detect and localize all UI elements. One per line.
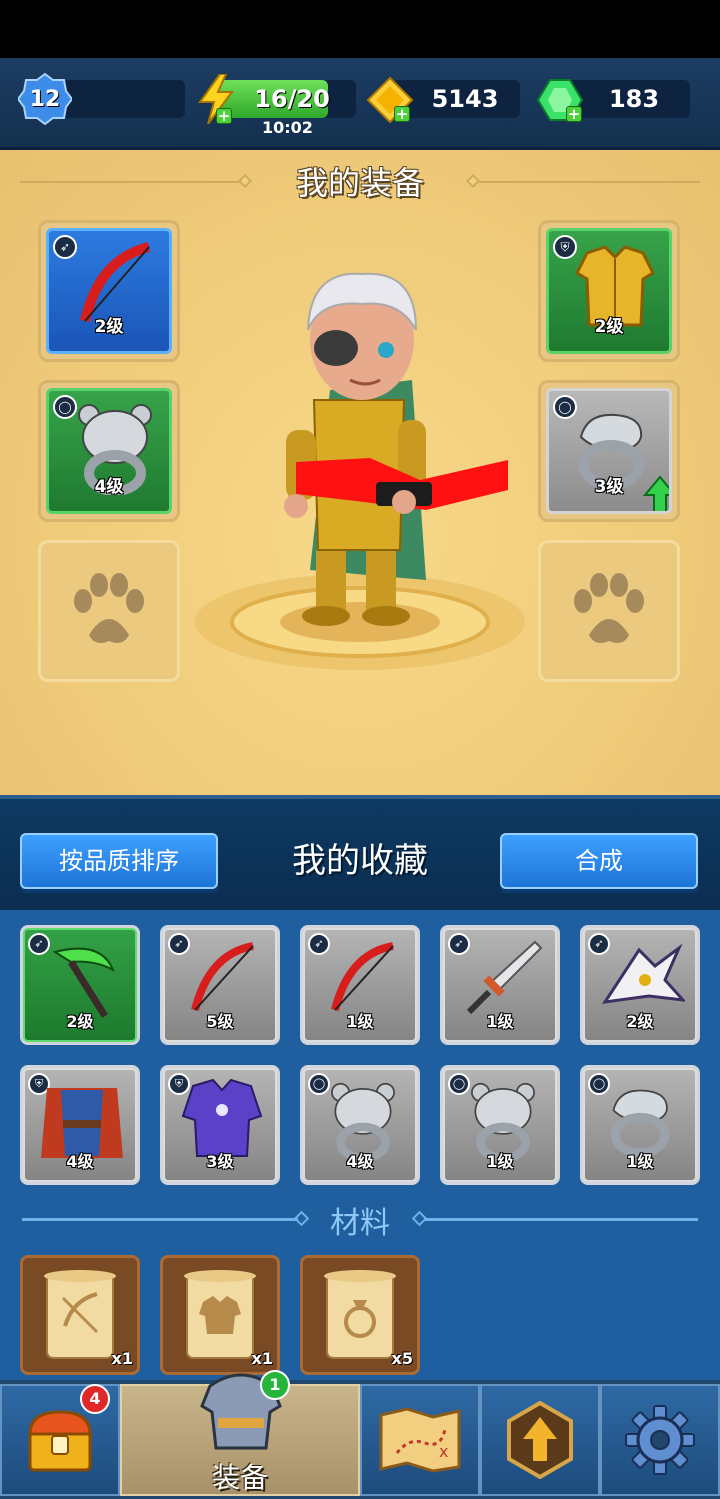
item-level: 3级 — [206, 1152, 234, 1171]
equip-slot-armor[interactable]: ⛨ 2级 — [538, 220, 680, 362]
nav-shop[interactable]: 4 — [0, 1384, 120, 1496]
upgrade-icon — [507, 1401, 573, 1479]
material-armor-scroll[interactable]: x1 — [160, 1255, 280, 1375]
merge-button[interactable]: 合成 — [500, 833, 698, 889]
collection-item-bear-ring[interactable]: ◯ 1级 — [440, 1065, 560, 1185]
weapon-scroll-icon — [44, 1270, 116, 1359]
paw-icon — [74, 573, 144, 643]
materials-title: 材料 — [330, 1206, 390, 1241]
equip-slot-ring-2[interactable]: ◯ 3级 — [538, 380, 680, 522]
gold-icon: + — [366, 76, 414, 124]
collection-item-bow[interactable]: ➶ 1级 — [300, 925, 420, 1045]
item-level: 1级 — [346, 1012, 374, 1031]
lightning-icon: + — [196, 74, 236, 124]
materials-divider-right — [424, 1218, 698, 1221]
gem-value: 183 — [608, 85, 660, 113]
armor-scroll-icon — [184, 1270, 256, 1359]
materials-divider-left — [22, 1218, 298, 1221]
level-value: 12 — [29, 86, 61, 112]
collection-item-scythe[interactable]: ➶ 2级 — [20, 925, 140, 1045]
paw-icon — [574, 573, 644, 643]
collection-item-snake-ring[interactable]: ◯ 1级 — [580, 1065, 700, 1185]
map-icon: x — [379, 1407, 461, 1473]
item-level: 1级 — [486, 1012, 514, 1031]
slot-level: 2级 — [94, 317, 124, 337]
material-weapon-scroll[interactable]: x1 — [20, 1255, 140, 1375]
pet-slot-right[interactable] — [538, 540, 680, 682]
slot-level: 4级 — [94, 477, 124, 497]
energy-timer: 10:02 — [262, 118, 313, 137]
energy-value: 16/20 — [254, 85, 330, 113]
nav-equipment[interactable]: 1 装备 — [120, 1370, 360, 1496]
item-level: 2级 — [66, 1012, 94, 1031]
collection-item-robe[interactable]: ⛨ 4级 — [20, 1065, 140, 1185]
nav-settings[interactable] — [600, 1384, 720, 1496]
item-level: 2级 — [626, 1012, 654, 1031]
bottom-nav: 4 1 装备 x — [0, 1370, 720, 1499]
collection-header: 按品质排序 我的收藏 合成 — [0, 795, 720, 910]
gold-value: 5143 — [431, 85, 499, 113]
nav-equipment-label: 装备 — [211, 1461, 268, 1494]
energy-bar[interactable]: 16/20 — [218, 80, 356, 118]
equipment-title: 我的装备 — [295, 164, 424, 202]
equipment-panel: 我的装备 ➶ 2级 ⛨ 2级 ◯ 4级 ◯ 3级 — [0, 150, 720, 929]
equipment-badge: 1 — [260, 1370, 290, 1400]
svg-text:x: x — [439, 1442, 448, 1461]
slot-level: 3级 — [594, 477, 624, 497]
nav-map[interactable]: x — [360, 1384, 480, 1496]
level-badge-icon: 12 — [18, 72, 72, 126]
sort-by-quality-button[interactable]: 按品质排序 — [20, 833, 218, 889]
shop-badge: 4 — [80, 1384, 110, 1414]
material-qty: x5 — [391, 1349, 413, 1368]
material-qty: x1 — [111, 1349, 133, 1368]
top-hud: 12 16/20 + 10:02 5143 + 183 + — [0, 58, 720, 150]
nav-upgrade[interactable] — [480, 1384, 600, 1496]
ring-scroll-icon — [324, 1270, 396, 1359]
collection-title: 我的收藏 — [292, 841, 428, 881]
bow-icon — [191, 942, 254, 1012]
item-level: 5级 — [206, 1012, 234, 1031]
collection-grid: ➶ 2级 ➶ 5级 ➶ 1级 ➶ 1级 ➶ 2级 ⛨ 4级 ⛨ 3级 ◯ 4级 … — [0, 910, 720, 1380]
item-level: 1级 — [626, 1152, 654, 1171]
collection-item-bear-ring[interactable]: ◯ 4级 — [300, 1065, 420, 1185]
collection-item-boomerang[interactable]: ➶ 2级 — [580, 925, 700, 1045]
item-level: 4级 — [346, 1152, 374, 1171]
gear-icon — [625, 1405, 695, 1475]
item-level: 4级 — [66, 1152, 94, 1171]
collection-item-sword[interactable]: ➶ 1级 — [440, 925, 560, 1045]
collection-item-purple-vest[interactable]: ⛨ 3级 — [160, 1065, 280, 1185]
slot-level: 2级 — [594, 317, 624, 337]
bow-icon — [331, 942, 394, 1012]
treasure-chest-icon — [28, 1410, 92, 1472]
hero-character[interactable] — [190, 270, 530, 690]
pet-slot-left[interactable] — [38, 540, 180, 682]
equip-slot-ring-1[interactable]: ◯ 4级 — [38, 380, 180, 522]
gem-icon: + — [536, 76, 584, 124]
equip-slot-weapon[interactable]: ➶ 2级 — [38, 220, 180, 362]
material-ring-scroll[interactable]: x5 — [300, 1255, 420, 1375]
collection-item-bow[interactable]: ➶ 5级 — [160, 925, 280, 1045]
item-level: 1级 — [486, 1152, 514, 1171]
